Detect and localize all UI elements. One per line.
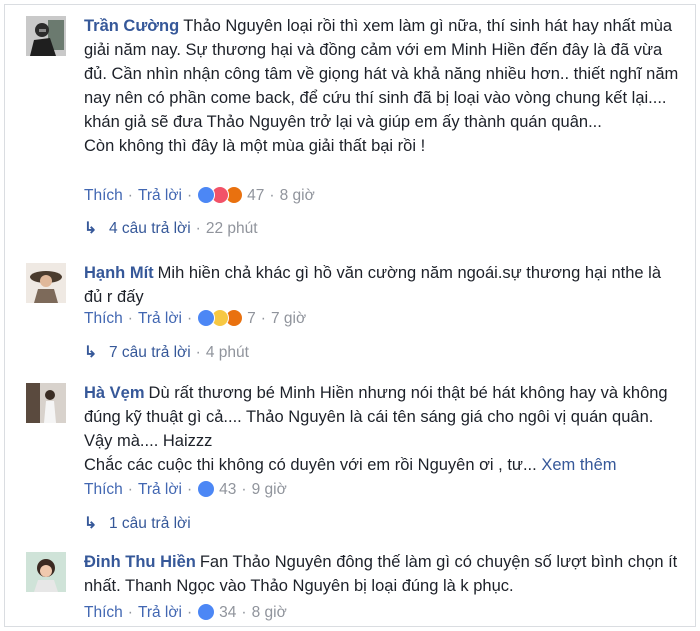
reply-arrow-icon: ↳ bbox=[84, 515, 97, 532]
reply-arrow-icon: ↳ bbox=[84, 220, 97, 237]
reactions[interactable] bbox=[197, 186, 247, 204]
comment-actions: Thích · Trả lời · 34 · 8 giờ bbox=[84, 603, 287, 621]
avatar[interactable] bbox=[26, 552, 66, 592]
reactions[interactable] bbox=[197, 309, 247, 327]
like-link[interactable]: Thích bbox=[84, 481, 123, 498]
like-link[interactable]: Thích bbox=[84, 604, 123, 621]
reaction-count: 43 bbox=[219, 481, 237, 498]
like-icon bbox=[197, 480, 216, 498]
comment-text: Mih hiền chả khác gì hồ văn cường năm ng… bbox=[84, 264, 661, 306]
reply-link[interactable]: Trả lời bbox=[138, 604, 182, 621]
replies-count[interactable]: 4 câu trả lời bbox=[109, 220, 191, 237]
replies-count[interactable]: 7 câu trả lời bbox=[109, 344, 191, 361]
comment-author[interactable]: Hạnh Mít bbox=[84, 264, 154, 282]
replies-count[interactable]: 1 câu trả lời bbox=[109, 515, 191, 532]
comment-text-continued: Còn không thì đây là một mùa giải thất b… bbox=[84, 137, 426, 155]
comment-body: Hà Vẹm Dù rất thương bé Minh Hiền nhưng n… bbox=[84, 381, 679, 477]
comment-body: Hạnh Mít Mih hiền chả khác gì hồ văn cườn… bbox=[84, 261, 679, 309]
reply-link[interactable]: Trả lời bbox=[138, 310, 182, 327]
comment-author[interactable]: Trần Cường bbox=[84, 17, 179, 35]
like-link[interactable]: Thích bbox=[84, 187, 123, 204]
comment-text: Dù rất thương bé Minh Hiền nhưng nói thậ… bbox=[84, 384, 668, 450]
comment-text-continued: Chắc các cuộc thi không có duyên với em … bbox=[84, 456, 537, 474]
replies-time: 4 phút bbox=[205, 344, 249, 361]
comment-time[interactable]: 9 giờ bbox=[252, 481, 287, 498]
avatar[interactable] bbox=[26, 16, 66, 56]
like-icon bbox=[197, 186, 216, 204]
reaction-count: 7 bbox=[247, 310, 256, 327]
avatar[interactable] bbox=[26, 383, 66, 423]
reaction-count: 34 bbox=[219, 604, 237, 621]
avatar[interactable] bbox=[26, 263, 66, 303]
comment-actions: Thích · Trả lời · 43 · 9 giờ bbox=[84, 480, 287, 498]
reaction-count: 47 bbox=[247, 187, 265, 204]
comment-author[interactable]: Đinh Thu Hiền bbox=[84, 553, 196, 571]
like-icon bbox=[197, 309, 216, 327]
view-replies-link[interactable]: ↳ 4 câu trả lời · 22 phút bbox=[84, 219, 258, 239]
like-icon bbox=[197, 603, 216, 621]
replies-time: 22 phút bbox=[205, 220, 258, 237]
comment-body: Đinh Thu Hiền Fan Thảo Nguyên đông thế là… bbox=[84, 550, 679, 598]
comment-actions: Thích · Trả lời · 7 · 7 giờ bbox=[84, 309, 307, 327]
comment-time[interactable]: 8 giờ bbox=[252, 604, 287, 621]
reply-link[interactable]: Trả lời bbox=[138, 481, 182, 498]
reply-arrow-icon: ↳ bbox=[84, 344, 97, 361]
comment-time[interactable]: 7 giờ bbox=[271, 310, 306, 327]
view-replies-link[interactable]: ↳ 1 câu trả lời bbox=[84, 514, 191, 534]
reply-link[interactable]: Trả lời bbox=[138, 187, 182, 204]
see-more-link[interactable]: Xem thêm bbox=[541, 456, 616, 474]
comment-author[interactable]: Hà Vẹm bbox=[84, 384, 145, 402]
comment-body: Trần Cường Thảo Nguyên loại rồi thì xem l… bbox=[84, 14, 679, 158]
reactions[interactable] bbox=[197, 603, 219, 621]
like-link[interactable]: Thích bbox=[84, 310, 123, 327]
comment-actions: Thích · Trả lời · 47 · 8 giờ bbox=[84, 186, 315, 204]
view-replies-link[interactable]: ↳ 7 câu trả lời · 4 phút bbox=[84, 343, 249, 363]
reactions[interactable] bbox=[197, 480, 219, 498]
comment-time[interactable]: 8 giờ bbox=[280, 187, 315, 204]
